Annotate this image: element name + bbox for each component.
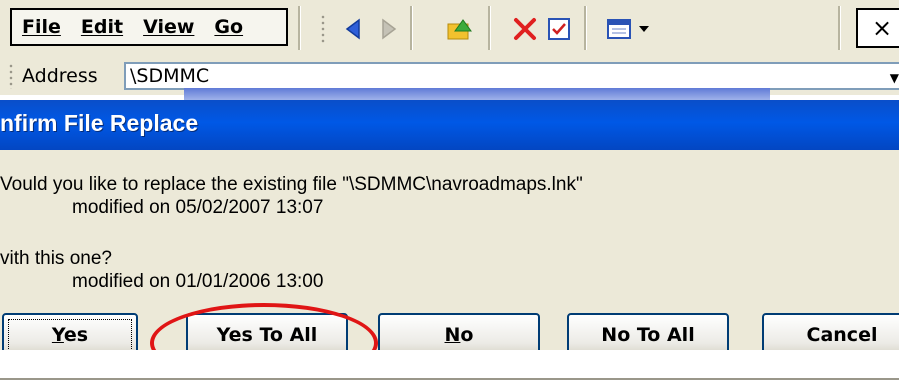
delete-icon[interactable]	[510, 14, 540, 44]
views-icon[interactable]	[604, 14, 658, 44]
address-value: \SDMMC	[130, 65, 210, 87]
toolbar-separator	[838, 6, 841, 50]
menubar: File Edit View Go	[10, 8, 288, 46]
back-arrow-icon[interactable]	[340, 14, 370, 44]
address-label: Address	[22, 65, 98, 87]
toolbar-grip[interactable]	[320, 14, 326, 44]
dialog-title: nfirm File Replace	[0, 110, 199, 136]
toolbar-separator	[488, 6, 491, 50]
toolbar-band: File Edit View Go ×	[0, 0, 899, 57]
existing-file-date: modified on 05/02/2007 13:07	[72, 197, 324, 218]
toolbar-separator	[584, 6, 587, 50]
bottom-area	[0, 350, 899, 389]
address-grip[interactable]	[8, 63, 14, 89]
menu-edit[interactable]: Edit	[71, 16, 133, 38]
message-line-2: vith this one?	[0, 248, 112, 269]
toolbar-separator	[410, 6, 413, 50]
up-folder-icon[interactable]	[444, 14, 474, 44]
window-ghost-bar	[184, 88, 770, 100]
close-button[interactable]: ×	[856, 8, 899, 48]
forward-arrow-icon[interactable]	[372, 14, 402, 44]
divider	[0, 378, 899, 380]
address-input[interactable]: \SDMMC	[124, 62, 899, 90]
message-line-1: Vould you like to replace the existing f…	[0, 174, 583, 195]
menu-view[interactable]: View	[133, 16, 204, 38]
properties-icon[interactable]	[544, 14, 574, 44]
new-file-date: modified on 01/01/2006 13:00	[72, 271, 324, 292]
menu-go[interactable]: Go	[204, 16, 253, 38]
menu-file[interactable]: File	[12, 16, 71, 38]
dialog-titlebar[interactable]: nfirm File Replace	[0, 100, 899, 150]
chevron-down-icon[interactable]: ▼	[890, 71, 899, 85]
toolbar-separator	[298, 6, 301, 50]
